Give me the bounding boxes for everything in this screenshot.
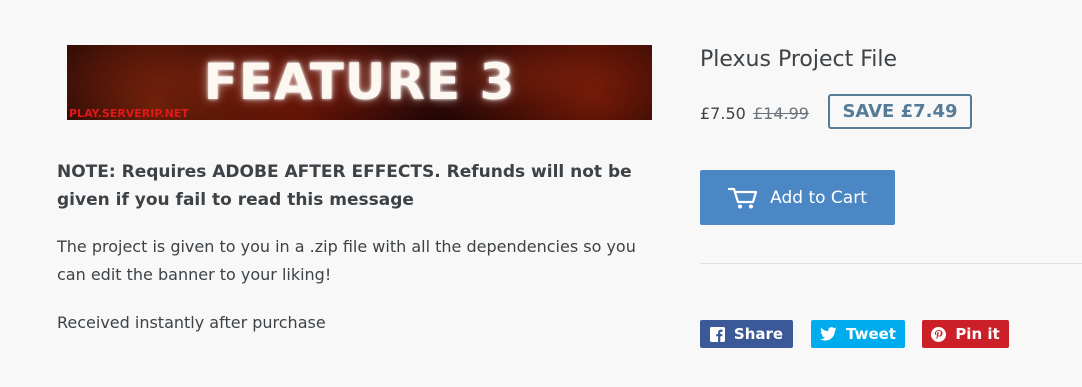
share-pinterest-label: Pin it — [955, 325, 1000, 343]
banner-title: FEATURE 3 — [203, 53, 516, 111]
twitter-icon — [820, 327, 837, 341]
share-twitter-button[interactable]: Tweet — [811, 320, 905, 348]
facebook-icon — [709, 326, 725, 342]
share-pinterest-button[interactable]: Pin it — [922, 320, 1009, 348]
banner-url: PLAY.SERVERIP.NET — [69, 107, 189, 120]
pinterest-icon — [931, 326, 947, 342]
share-facebook-button[interactable]: Share — [700, 320, 793, 348]
product-description: The project is given to you in a .zip fi… — [57, 237, 636, 284]
product-title: Plexus Project File — [700, 47, 898, 72]
divider — [700, 263, 1082, 264]
product-image[interactable]: FEATURE 3 PLAY.SERVERIP.NET — [67, 45, 652, 120]
delivery-info: Received instantly after purchase — [57, 313, 326, 332]
compare-price: £14.99 — [753, 104, 809, 123]
add-to-cart-button[interactable]: Add to Cart — [700, 170, 895, 225]
cart-icon — [728, 187, 758, 208]
sale-price: £7.50 — [700, 104, 746, 123]
product-note: NOTE: Requires ADOBE AFTER EFFECTS. Refu… — [57, 162, 632, 210]
share-twitter-label: Tweet — [846, 325, 896, 343]
share-facebook-label: Share — [733, 325, 784, 343]
save-badge: SAVE £7.49 — [828, 94, 972, 129]
add-to-cart-label: Add to Cart — [770, 187, 867, 208]
